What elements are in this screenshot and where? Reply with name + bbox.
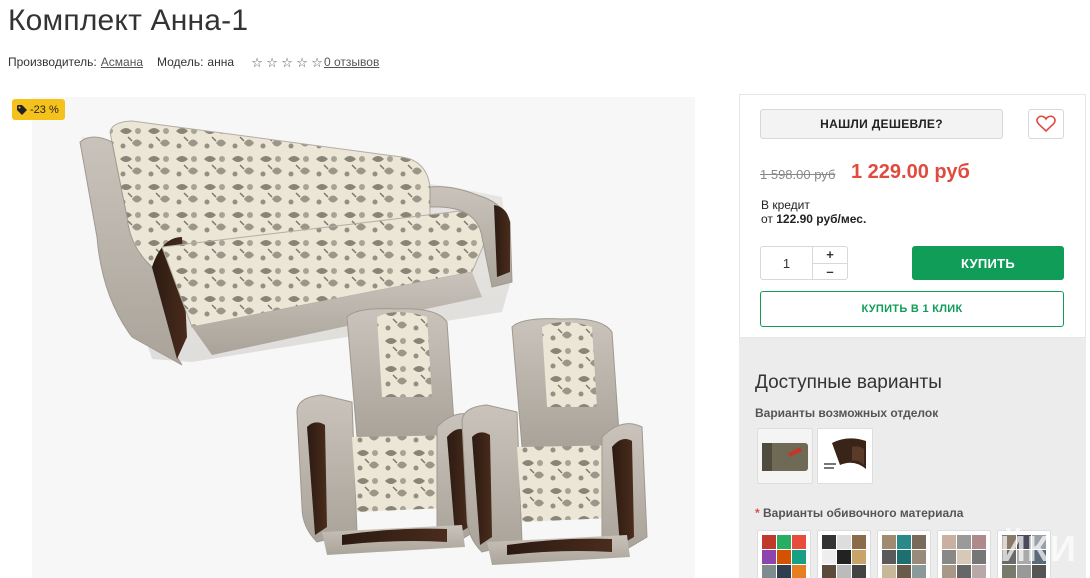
credit-amount: 122.90 руб/мес. <box>776 212 867 226</box>
star-icon[interactable]: ☆ <box>265 56 279 69</box>
heart-icon <box>1036 115 1056 133</box>
fabric-swatch-image <box>762 535 806 578</box>
finishes-label: Варианты возможных отделок <box>755 406 939 420</box>
rating-stars[interactable]: ☆ ☆ ☆ ☆ ☆ <box>250 56 324 69</box>
manufacturer-label: Производитель: <box>8 55 97 69</box>
required-mark: * <box>755 506 760 520</box>
upholstery-label-row: * Варианты обивочного материала <box>755 506 963 520</box>
star-icon[interactable]: ☆ <box>310 56 324 69</box>
upholstery-option[interactable] <box>937 530 991 578</box>
product-image[interactable] <box>32 97 695 578</box>
upholstery-option[interactable] <box>757 530 811 578</box>
star-icon[interactable]: ☆ <box>295 56 309 69</box>
page-title: Комплект Анна-1 <box>8 4 249 37</box>
buy-one-click-button[interactable]: КУПИТЬ В 1 КЛИК <box>760 291 1064 327</box>
upholstery-option[interactable] <box>817 530 871 578</box>
credit-prefix: от <box>761 212 773 226</box>
star-icon[interactable]: ☆ <box>250 56 264 69</box>
fabric-swatch-image <box>882 535 926 578</box>
reviews-link[interactable]: 0 отзывов <box>324 55 379 69</box>
credit-info: В кредит от 122.90 руб/мес. <box>761 198 866 226</box>
fabric-swatch-image <box>822 535 866 578</box>
old-price: 1 598.00 руб <box>760 167 836 182</box>
quantity-stepper[interactable]: 1 + – <box>760 246 848 280</box>
finish-option[interactable] <box>757 428 813 484</box>
sofa-set-image <box>79 120 648 565</box>
found-cheaper-button[interactable]: НАШЛИ ДЕШЕВЛЕ? <box>760 109 1003 139</box>
credit-label: В кредит <box>761 198 810 212</box>
buy-box: НАШЛИ ДЕШЕВЛЕ? 1 598.00 руб 1 229.00 руб… <box>739 94 1086 338</box>
current-price: 1 229.00 руб <box>851 161 970 183</box>
fabric-swatch-image <box>942 535 986 578</box>
upholstery-option[interactable] <box>877 530 931 578</box>
quantity-minus-button[interactable]: – <box>813 264 847 280</box>
tag-icon <box>17 104 27 115</box>
discount-badge: -23 % <box>12 99 65 120</box>
model-value: анна <box>207 55 235 69</box>
watermark: ЙКИ <box>1000 528 1077 569</box>
finish-option[interactable] <box>817 428 873 484</box>
finish-thumbnail-image <box>758 429 812 483</box>
discount-badge-label: -23 % <box>30 103 59 116</box>
buy-button[interactable]: КУПИТЬ <box>912 246 1064 280</box>
product-meta: Производитель: Асмана Модель: анна ☆ ☆ ☆… <box>8 55 379 69</box>
upholstery-label: Варианты обивочного материала <box>763 506 964 520</box>
manufacturer-link[interactable]: Асмана <box>101 55 143 69</box>
finish-thumbnail-image <box>818 429 872 483</box>
variants-title: Доступные варианты <box>755 372 942 393</box>
wishlist-button[interactable] <box>1028 109 1064 139</box>
star-icon[interactable]: ☆ <box>280 56 294 69</box>
quantity-input[interactable]: 1 <box>761 247 813 279</box>
quantity-plus-button[interactable]: + <box>813 247 847 264</box>
model-label: Модель: <box>157 55 204 69</box>
